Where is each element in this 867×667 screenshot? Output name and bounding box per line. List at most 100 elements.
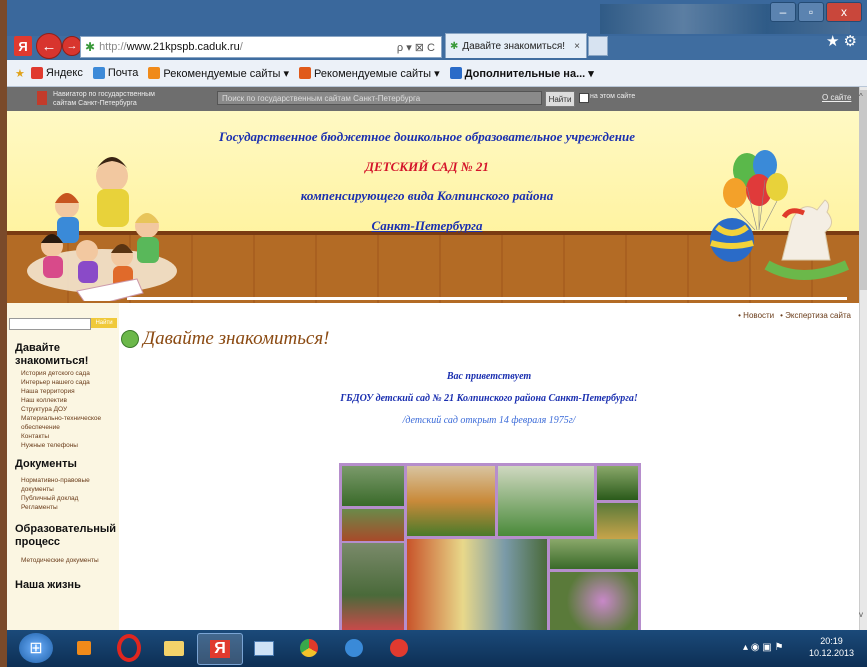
section-title-about[interactable]: Давайте знакомиться!: [7, 342, 123, 368]
taskbar-chrome[interactable]: [287, 633, 331, 663]
taskbar-yandex[interactable]: [377, 633, 421, 663]
section-links-education: Методические документы: [7, 556, 119, 565]
gov-search-input[interactable]: Поиск по государственным сайтам Санкт-Пе…: [217, 91, 542, 105]
browser-tab[interactable]: ✱ Давайте знакомиться! ×: [445, 33, 587, 58]
mail-icon: [254, 640, 274, 656]
tab-favicon-icon: ✱: [450, 40, 459, 52]
section-title-our-life[interactable]: Наша жизнь: [7, 579, 89, 592]
taskbar-media-player[interactable]: [62, 633, 106, 663]
taskbar-yandex-browser[interactable]: Я: [197, 633, 243, 665]
collage-photo: [550, 539, 638, 569]
scroll-down-icon[interactable]: v: [859, 610, 863, 619]
taskbar-explorer[interactable]: [152, 633, 196, 663]
collage-photo: [342, 509, 404, 541]
yandex-y-icon: [390, 639, 408, 657]
favorite-mail[interactable]: Почта: [92, 67, 138, 79]
clock-time: 20:19: [820, 636, 843, 646]
sidebar-link[interactable]: Структура ДОУ: [7, 405, 119, 414]
sidebar-link[interactable]: Интерьер нашего сада: [7, 378, 119, 387]
greeting-line3: /детский сад открыт 14 февраля 1975г/: [402, 415, 576, 426]
ie-icon: [449, 67, 462, 79]
url-suffix: /: [239, 41, 243, 53]
forward-button[interactable]: →: [62, 36, 82, 56]
address-bar[interactable]: ✱ http://www.21kpspb.caduk.ru / ρ ▾ ⊠ C: [80, 36, 442, 58]
gov-navigator-bar: Навигатор по государственным сайтам Санк…: [7, 87, 859, 111]
site-favicon-icon: ✱: [85, 40, 96, 54]
new-tab-button[interactable]: [588, 36, 608, 56]
back-button[interactable]: ←: [36, 33, 62, 59]
favorites-gear-icon[interactable]: ★ ⚙: [826, 32, 857, 50]
tray-icons[interactable]: ▴ ◉ ▣ ⚑: [743, 642, 784, 653]
favorite-yandex[interactable]: Яндекс: [30, 67, 83, 79]
taskbar-audio[interactable]: [332, 633, 376, 663]
sidebar-link[interactable]: Нормативно-правовые документы: [7, 476, 119, 494]
on-this-site-label: на этом сайте: [590, 93, 636, 100]
on-this-site-checkbox[interactable]: [579, 93, 589, 103]
url-prefix: http://: [99, 41, 127, 53]
top-links: • Новости • Экспертиза сайта: [738, 311, 851, 320]
tab-close-button[interactable]: ×: [574, 41, 580, 52]
yandex-browser-icon: Я: [210, 640, 230, 658]
opera-icon: [117, 634, 141, 662]
yandex-logo-icon: Я: [14, 36, 32, 56]
greeting-line2: ГБДОУ детский сад № 21 Колпинского район…: [340, 393, 638, 404]
taskbar-mail[interactable]: [242, 633, 286, 663]
media-player-icon: [77, 641, 91, 655]
windows-taskbar: ⊞ Я ▴ ◉ ▣ ⚑ 20:19 10.12.2013: [7, 630, 867, 667]
collage-photo-building: [407, 539, 547, 630]
gov-find-button[interactable]: Найти: [545, 91, 575, 107]
sidebar-link[interactable]: Публичный доклад: [7, 494, 119, 503]
close-window-button[interactable]: x: [826, 2, 862, 22]
gov-navigator-link[interactable]: Навигатор по государственным сайтам Санк…: [53, 90, 155, 108]
site-header-banner: Государственное бюджетное дошкольное обр…: [7, 111, 859, 303]
sidebar-link[interactable]: Методические документы: [7, 556, 119, 565]
main-content: • Новости • Экспертиза сайта Давайте зна…: [119, 303, 859, 630]
sidebar-link[interactable]: Контакты: [7, 432, 119, 441]
maximize-button[interactable]: ▫: [798, 2, 824, 22]
favorites-star-icon[interactable]: ★: [15, 67, 25, 80]
start-button[interactable]: ⊞: [19, 633, 53, 663]
system-clock[interactable]: 20:19 10.12.2013: [809, 635, 854, 659]
back-arrow-icon: ←: [41, 37, 57, 55]
sidebar-link[interactable]: Нужные телефоны: [7, 441, 119, 450]
scroll-up-icon[interactable]: ^: [859, 92, 863, 101]
collage-photo-flower: [550, 572, 638, 630]
about-link[interactable]: О сайте: [822, 93, 851, 102]
sidebar-search-input[interactable]: [9, 318, 91, 330]
recommended-icon: [299, 67, 312, 79]
news-link[interactable]: • Новости: [738, 311, 774, 320]
forward-arrow-icon: →: [66, 40, 78, 52]
sidebar-search-button[interactable]: Найти: [91, 318, 117, 328]
favorites-bar: ★ Яндекс Почта Рекомендуемые сайты ▾ Рек…: [7, 60, 867, 87]
header-city: Санкт-Петербурга: [371, 218, 483, 233]
children-reading-illustration: [27, 157, 177, 301]
sidebar-link[interactable]: Наша территория: [7, 387, 119, 396]
section-title-education[interactable]: Образовательный процесс: [7, 523, 127, 549]
yandex-icon: [30, 67, 43, 79]
minimize-button[interactable]: –: [770, 2, 796, 22]
url-domain: www.21kpspb.caduk.ru: [126, 41, 240, 53]
favorite-recommended-2[interactable]: Рекомендуемые сайты ▾: [299, 67, 440, 80]
section-title-documents[interactable]: Документы: [7, 458, 85, 471]
site-expertise-link[interactable]: • Экспертиза сайта: [780, 311, 851, 320]
header-org-type: Государственное бюджетное дошкольное обр…: [219, 129, 635, 144]
address-bar-actions[interactable]: ρ ▾ ⊠ C: [397, 41, 435, 54]
sidebar-link[interactable]: Материально-техническое обеспечение: [7, 414, 119, 432]
collage-photo: [597, 466, 638, 500]
speaker-icon: [345, 639, 363, 657]
kindergarten-photo-collage: [339, 463, 641, 630]
window-controls: – ▫ x: [770, 2, 862, 24]
tab-title: Давайте знакомиться!: [462, 40, 566, 52]
scrollbar-thumb[interactable]: [859, 90, 867, 290]
spb-emblem-icon: [37, 91, 47, 105]
left-sidebar: Найти Давайте знакомиться! История детск…: [7, 303, 120, 630]
sidebar-link[interactable]: Наш коллектив: [7, 396, 119, 405]
favorite-recommended-1[interactable]: Рекомендуемые сайты ▾: [148, 67, 289, 80]
collage-photo: [342, 543, 404, 630]
collage-photo: [407, 466, 495, 536]
mail-icon: [92, 67, 105, 79]
favorite-addons[interactable]: Дополнительные на... ▾: [449, 67, 594, 80]
taskbar-opera[interactable]: [107, 633, 151, 663]
sidebar-link[interactable]: Регламенты: [7, 503, 119, 512]
sidebar-link[interactable]: История детского сада: [7, 369, 119, 378]
